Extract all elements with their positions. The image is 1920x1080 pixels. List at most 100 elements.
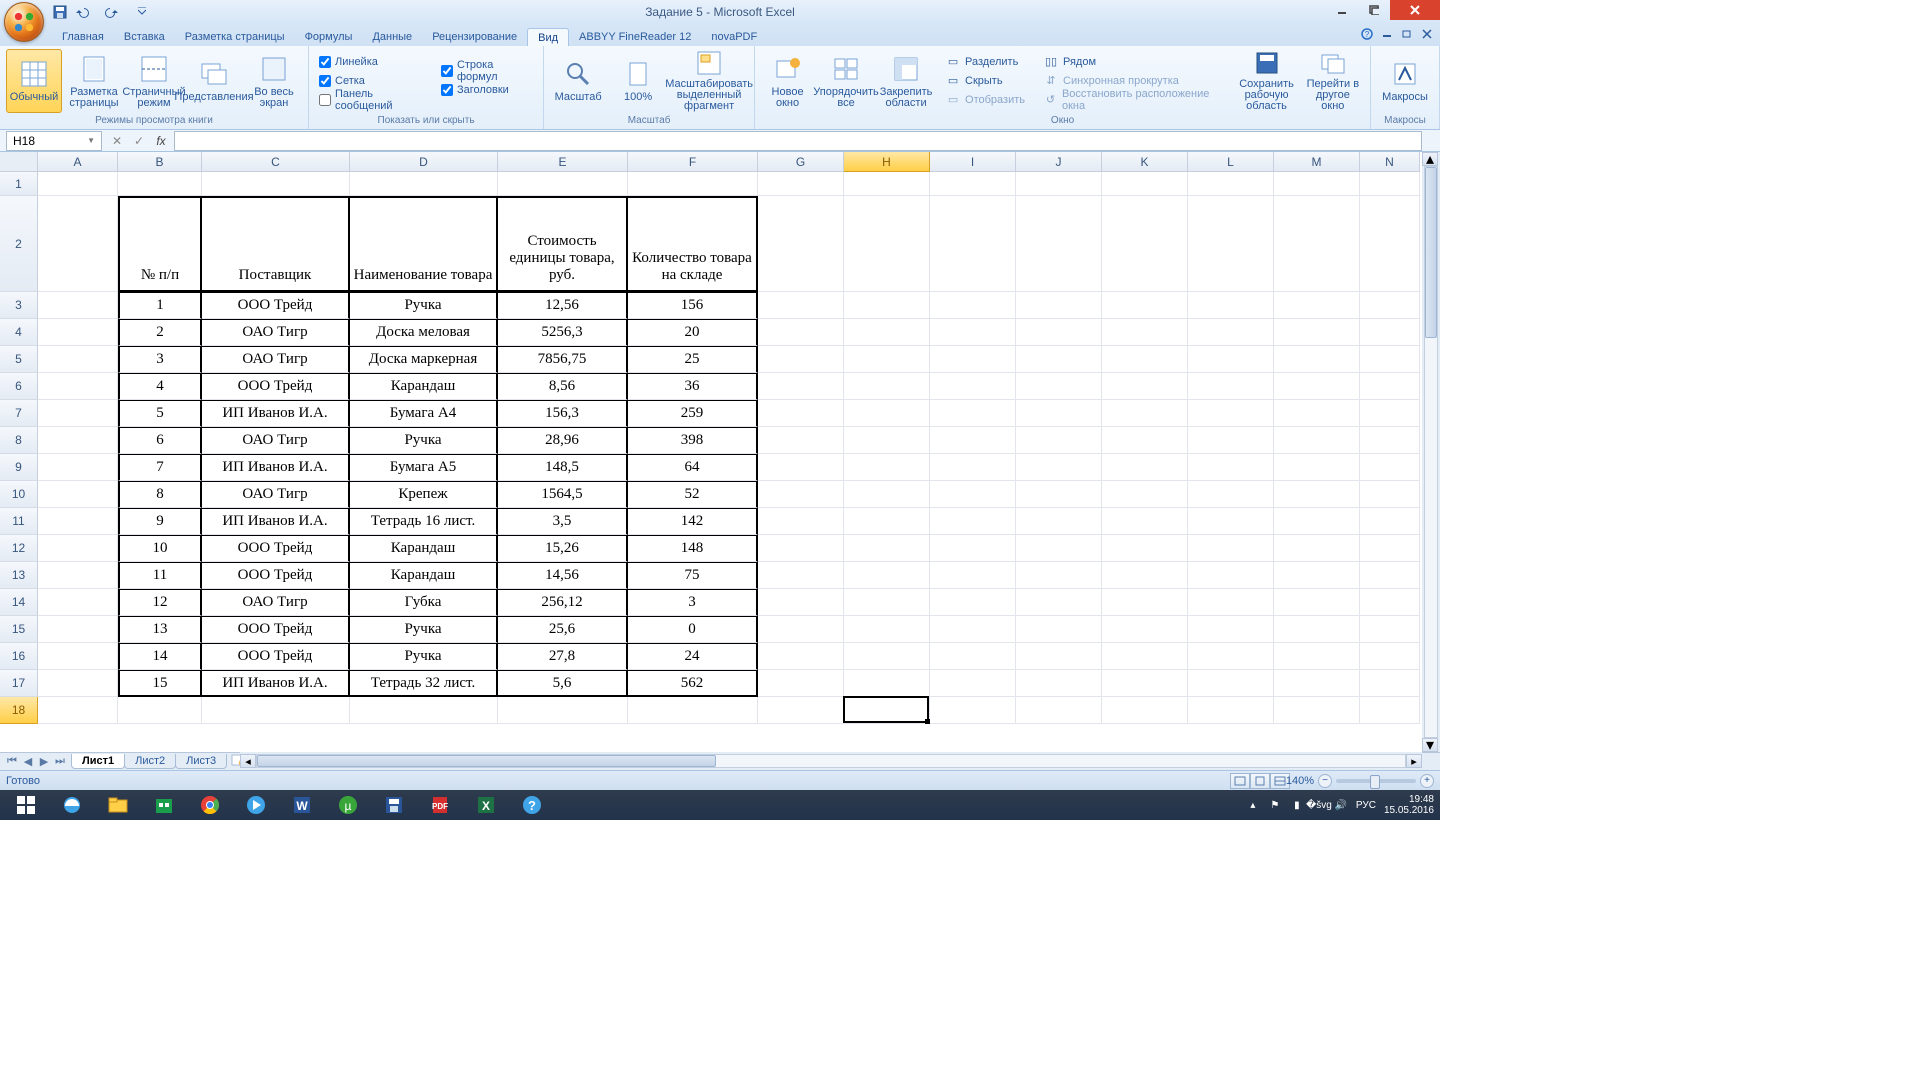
cell[interactable] [1274,172,1360,196]
ribbon-tab-5[interactable]: Рецензирование [422,28,527,46]
cell[interactable] [930,373,1016,400]
cell[interactable] [844,427,930,454]
cell[interactable]: 12 [118,589,202,616]
cell[interactable] [38,670,118,697]
clock[interactable]: 19:48 15.05.2016 [1384,794,1434,816]
cell[interactable] [1274,670,1360,697]
cell[interactable]: 14 [118,643,202,670]
enter-formula-icon[interactable]: ✓ [130,132,148,150]
cell[interactable]: ОАО Тигр [202,319,350,346]
cell[interactable]: ОАО Тигр [202,427,350,454]
doc-restore-icon[interactable] [1400,27,1414,41]
row-header[interactable]: 13 [0,562,38,589]
row-header[interactable]: 10 [0,481,38,508]
cell[interactable] [1188,319,1274,346]
cell[interactable] [1274,196,1360,292]
cell[interactable]: ООО Трейд [202,616,350,643]
cell[interactable] [38,562,118,589]
cell[interactable]: 562 [628,670,758,697]
cell[interactable]: 14,56 [498,562,628,589]
hscroll-thumb[interactable] [257,755,716,767]
cell[interactable] [1188,562,1274,589]
vscroll-thumb[interactable] [1425,167,1437,338]
row-header[interactable]: 5 [0,346,38,373]
cell[interactable]: 10 [118,535,202,562]
cell[interactable]: 15,26 [498,535,628,562]
cell[interactable]: Ручка [350,643,498,670]
column-header[interactable]: L [1188,152,1274,172]
cell[interactable] [38,481,118,508]
cell[interactable] [1188,373,1274,400]
cell[interactable] [758,670,844,697]
ribbon-tab-6[interactable]: Вид [527,28,569,46]
column-header[interactable]: A [38,152,118,172]
cell[interactable]: № п/п [118,196,202,292]
cell[interactable] [1016,346,1102,373]
cell[interactable] [38,373,118,400]
cell[interactable] [38,535,118,562]
cell[interactable] [38,346,118,373]
cell[interactable] [1360,292,1420,319]
cell[interactable] [758,196,844,292]
cell[interactable] [498,697,628,724]
zoom-percent[interactable]: 140% [1286,775,1314,787]
scroll-left-button[interactable]: ◂ [240,754,256,768]
cell[interactable] [1274,697,1360,724]
zoom-out-button[interactable]: − [1318,774,1332,788]
cell[interactable]: ОАО Тигр [202,589,350,616]
headings-checkbox[interactable]: Заголовки [441,81,533,99]
cell[interactable] [1274,589,1360,616]
scroll-right-button[interactable]: ▸ [1406,754,1422,768]
cell[interactable] [38,427,118,454]
cell[interactable] [1102,196,1188,292]
view-layout-shortcut[interactable] [1250,773,1270,789]
cell[interactable] [38,616,118,643]
hide-button[interactable]: ▭Скрыть [942,72,1028,90]
cell[interactable]: 148 [628,535,758,562]
cell[interactable] [38,454,118,481]
cell[interactable] [844,616,930,643]
cell[interactable] [1102,616,1188,643]
cell[interactable] [758,373,844,400]
cell[interactable]: Ручка [350,427,498,454]
cell[interactable] [1188,589,1274,616]
column-header[interactable]: D [350,152,498,172]
cell[interactable] [1188,400,1274,427]
column-header[interactable]: J [1016,152,1102,172]
cell[interactable] [1102,697,1188,724]
cell[interactable] [38,172,118,196]
cell[interactable]: ООО Трейд [202,562,350,589]
minimize-button[interactable] [1326,0,1358,20]
cell[interactable]: Карандаш [350,373,498,400]
scroll-up-button[interactable]: ▴ [1422,152,1438,166]
select-all-button[interactable] [0,152,38,172]
message-bar-checkbox[interactable]: Панель сообщений [319,91,429,109]
cell[interactable] [1102,319,1188,346]
cell[interactable] [1360,373,1420,400]
cell[interactable] [844,400,930,427]
cell[interactable]: 256,12 [498,589,628,616]
cell[interactable] [1274,616,1360,643]
column-header[interactable]: H [844,152,930,172]
cell[interactable] [1016,373,1102,400]
cell[interactable] [1274,535,1360,562]
cell[interactable]: 25 [628,346,758,373]
column-header[interactable]: I [930,152,1016,172]
cell[interactable]: 6 [118,427,202,454]
ribbon-minimize-icon[interactable] [1380,27,1394,41]
fx-icon[interactable]: fx [152,132,170,150]
cell[interactable]: 8,56 [498,373,628,400]
side-by-side-button[interactable]: ▯▯Рядом [1040,53,1227,71]
formula-input[interactable] [174,131,1422,151]
chrome-icon[interactable] [188,792,232,818]
cell[interactable] [1102,292,1188,319]
reset-pos-button[interactable]: ↺Восстановить расположение окна [1040,91,1227,109]
ribbon-tab-8[interactable]: novaPDF [701,28,767,46]
spreadsheet-grid[interactable]: ABCDEFGHIJKLMN 1234567891011121314151617… [0,152,1440,752]
row-header[interactable]: 7 [0,400,38,427]
cell[interactable]: Карандаш [350,535,498,562]
cell[interactable] [1188,535,1274,562]
row-header[interactable]: 14 [0,589,38,616]
ribbon-tab-2[interactable]: Разметка страницы [175,28,295,46]
view-page-layout-button[interactable]: Разметка страницы [66,49,122,113]
